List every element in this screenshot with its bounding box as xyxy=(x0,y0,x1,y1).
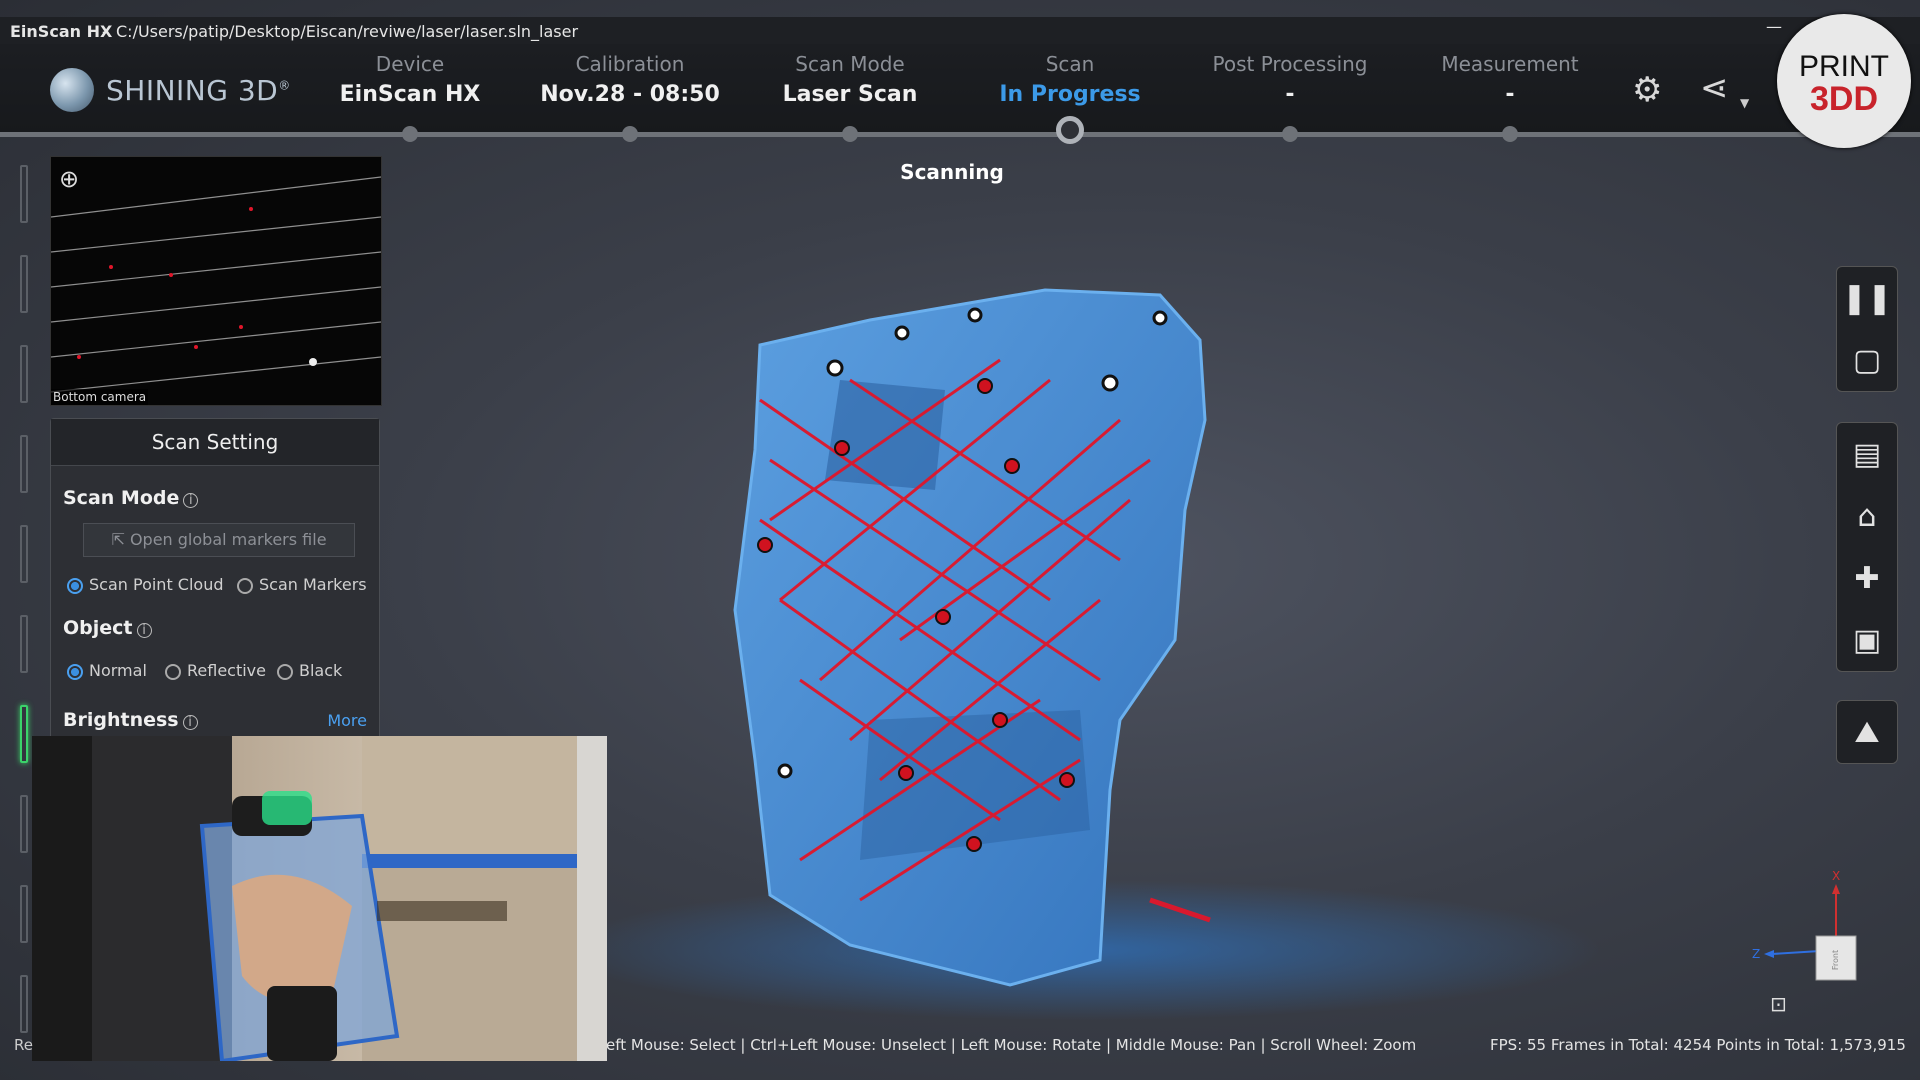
left-indicator-bar xyxy=(20,615,28,673)
info-icon[interactable]: i xyxy=(182,715,198,730)
watermark-line2: 3DD xyxy=(1809,80,1879,118)
workflow-header: SHINING 3D® Device EinScan HX Calibratio… xyxy=(0,44,1920,134)
puzzle-icon[interactable]: ✚ xyxy=(1837,547,1897,609)
step-label: Post Processing xyxy=(1212,52,1368,76)
cube-face-label: Front xyxy=(1831,950,1840,970)
new-feature-icon[interactable]: ⚙ xyxy=(1632,70,1662,110)
step-label: Device xyxy=(375,52,445,76)
step-dot-measurement xyxy=(1502,126,1518,142)
step-measurement[interactable]: Measurement - xyxy=(1410,52,1610,107)
radio-black[interactable]: Black xyxy=(277,661,342,680)
einscan-app: EinScan HX - C:/Users/patip/Desktop/Eisc… xyxy=(0,0,1920,1080)
left-indicator-bar xyxy=(20,345,28,403)
radio-scan-markers[interactable]: Scan Markers xyxy=(237,575,367,594)
app-name: EinScan HX xyxy=(10,22,113,41)
left-indicator-bar xyxy=(20,255,28,313)
brightness-heading: Brightness i xyxy=(63,709,198,731)
camera-feed xyxy=(51,176,381,393)
shining3d-logo-icon xyxy=(50,68,94,112)
chevron-down-icon[interactable]: ▼ xyxy=(1740,96,1749,110)
axis-x-label: X xyxy=(1832,870,1840,883)
mouse-hint-text: eft Mouse: Select | Ctrl+Left Mouse: Uns… xyxy=(606,1036,1417,1054)
axis-z-label: Z xyxy=(1752,947,1760,961)
orientation-gizmo[interactable]: X Z Front xyxy=(1750,870,1870,1010)
step-value: In Progress xyxy=(999,82,1141,107)
brightness-more-link[interactable]: More xyxy=(327,711,367,730)
left-indicator-bar xyxy=(20,885,28,943)
step-label: Scan xyxy=(1045,52,1095,76)
window-icon[interactable]: ▤ xyxy=(1837,423,1897,485)
toolbox-icon[interactable]: ⌂ xyxy=(1837,485,1897,547)
step-label: Measurement xyxy=(1441,52,1579,76)
left-indicator-bar xyxy=(20,525,28,583)
step-value: Laser Scan xyxy=(782,82,918,107)
left-indicator-bar xyxy=(20,975,28,1033)
step-device[interactable]: Device EinScan HX xyxy=(310,52,510,107)
scan-setting-panel: Scan Setting Scan Mode i ⇱ Open global ma… xyxy=(50,418,380,740)
step-scan[interactable]: Scan In Progress xyxy=(970,52,1170,107)
file-icon: ⇱ xyxy=(111,530,130,549)
left-indicator-bar-active xyxy=(20,705,28,763)
open-global-markers-button[interactable]: ⇱ Open global markers file xyxy=(83,523,355,557)
step-dot-device xyxy=(402,126,418,142)
point-cloud-group: ⛰ xyxy=(1836,700,1898,764)
scan-control-group: ❚❚ ▢ xyxy=(1836,266,1898,392)
left-indicator-bar xyxy=(20,795,28,853)
step-value: - xyxy=(1285,82,1295,107)
info-icon[interactable]: i xyxy=(136,623,152,638)
share-icon[interactable]: ⋖ xyxy=(1700,68,1729,108)
step-dot-scan-active xyxy=(1056,116,1084,144)
step-label: Scan Mode xyxy=(795,52,905,76)
bottom-camera-preview[interactable]: ⊕ Bottom camera xyxy=(50,156,382,406)
step-scan-mode[interactable]: Scan Mode Laser Scan xyxy=(750,52,950,107)
workflow-progress-rail xyxy=(0,132,1920,137)
status-footer: Re eft Mouse: Select | Ctrl+Left Mouse: … xyxy=(0,1030,1920,1060)
radio-normal[interactable]: Normal xyxy=(67,661,147,680)
step-calibration[interactable]: Calibration Nov.28 - 08:50 xyxy=(530,52,730,107)
watermark-line1: PRINT xyxy=(1799,50,1889,83)
step-value: - xyxy=(1505,82,1515,107)
part-cavity-upper xyxy=(825,380,945,490)
step-dot-calibration xyxy=(622,126,638,142)
info-icon[interactable]: i xyxy=(183,493,199,508)
video-frame xyxy=(32,736,607,1061)
minimize-icon[interactable]: — xyxy=(1766,17,1782,36)
step-value: Nov.28 - 08:50 xyxy=(540,82,720,107)
zoom-in-icon[interactable]: ⊕ xyxy=(59,165,79,193)
step-dot-scan-mode xyxy=(842,126,858,142)
object-heading: Object i xyxy=(63,617,152,639)
tool-group: ▤ ⌂ ✚ ▣ xyxy=(1836,422,1898,672)
scan-mode-heading: Scan Mode i xyxy=(63,487,199,509)
scan-status-text: Scanning xyxy=(900,160,1004,184)
operator-video-overlay xyxy=(32,736,607,1061)
title-separator: - xyxy=(102,22,108,41)
panel-title: Scan Setting xyxy=(51,419,379,466)
brand-logo-text: SHINING 3D® xyxy=(106,74,291,107)
window-titlebar: EinScan HX - C:/Users/patip/Desktop/Eisc… xyxy=(0,17,1920,44)
step-post-processing[interactable]: Post Processing - xyxy=(1190,52,1390,107)
step-dot-post-processing xyxy=(1282,126,1298,142)
scan-stats-text: FPS: 55 Frames in Total: 4254 Points in … xyxy=(1490,1036,1906,1054)
camera-label: Bottom camera xyxy=(51,389,149,405)
fit-view-icon[interactable]: ⊡ xyxy=(1770,992,1787,1016)
footer-left-text: Re xyxy=(14,1036,33,1054)
radio-scan-point-cloud[interactable]: Scan Point Cloud xyxy=(67,575,224,594)
step-value: EinScan HX xyxy=(339,82,481,107)
stop-icon[interactable]: ▢ xyxy=(1837,329,1897,391)
left-indicator-bar xyxy=(20,435,28,493)
point-cloud-icon[interactable]: ⛰ xyxy=(1837,701,1897,763)
project-path: C:/Users/patip/Desktop/Eiscan/reviwe/las… xyxy=(116,22,579,41)
print3d-watermark-logo: PRINT 3DD xyxy=(1777,14,1911,148)
save-icon[interactable]: ▣ xyxy=(1837,609,1897,671)
step-label: Calibration xyxy=(575,52,685,76)
left-indicator-bar xyxy=(20,165,28,223)
radio-reflective[interactable]: Reflective xyxy=(165,661,266,680)
pause-icon[interactable]: ❚❚ xyxy=(1837,267,1897,329)
